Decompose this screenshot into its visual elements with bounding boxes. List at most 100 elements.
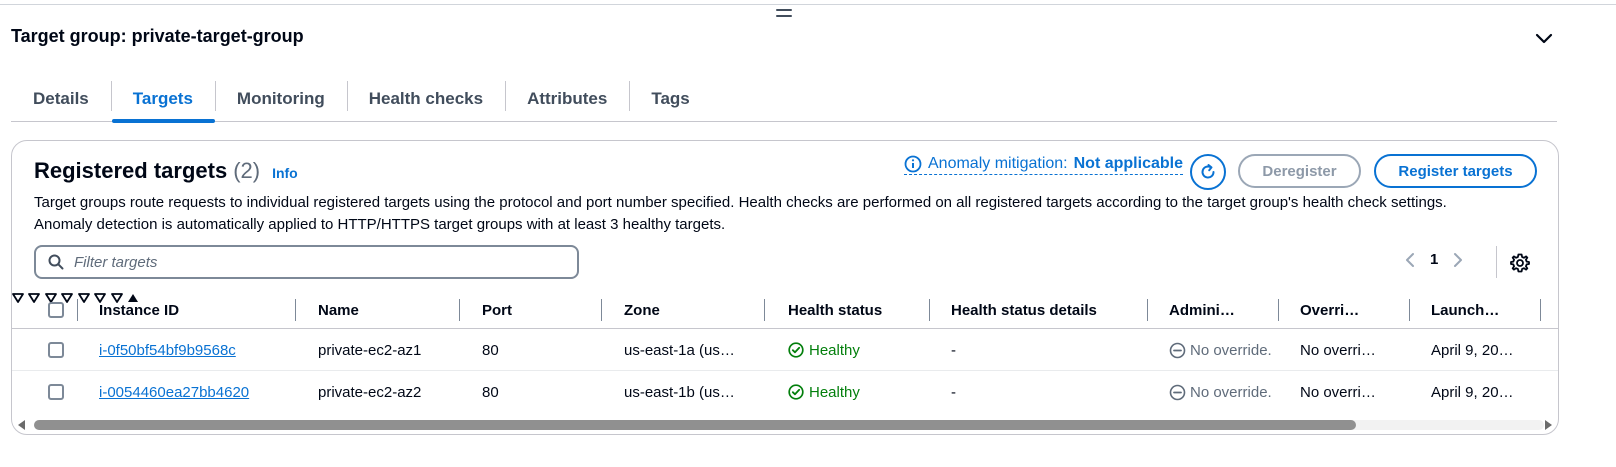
gear-icon[interactable] xyxy=(1509,252,1531,274)
sort-descending-icon[interactable] xyxy=(77,292,90,304)
panel-title-text: Registered targets xyxy=(34,158,228,183)
refresh-icon xyxy=(1201,164,1215,179)
page-title: Target group: private-target-group xyxy=(11,26,304,46)
refresh-button[interactable] xyxy=(1190,154,1226,190)
sort-descending-icon[interactable] xyxy=(12,292,24,304)
tab-monitoring[interactable]: Monitoring xyxy=(214,76,347,121)
column-instance-id[interactable]: Instance ID xyxy=(99,291,179,329)
column-divider xyxy=(929,299,930,321)
column-divider xyxy=(77,299,78,321)
launch-time: April 9, 20… xyxy=(1431,383,1514,401)
scroll-left-arrow-icon[interactable] xyxy=(18,420,25,430)
column-label: Health status details xyxy=(951,301,1097,319)
column-divider xyxy=(1540,299,1541,321)
health-status: Healthy xyxy=(788,329,860,371)
anomaly-value: Not applicable xyxy=(1073,155,1183,172)
anomaly-mitigation-link[interactable]: Anomaly mitigation: Not applicable xyxy=(904,155,1183,175)
anomaly-label: Anomaly mitigation: xyxy=(928,155,1068,172)
instance-id-link[interactable]: i-0054460ea27bb4620 xyxy=(99,371,249,413)
administrative-override: No override. xyxy=(1169,371,1272,413)
minus-circle-icon xyxy=(1169,342,1186,358)
column-label: Name xyxy=(318,301,359,319)
deregister-button[interactable]: Deregister xyxy=(1238,154,1361,188)
panel-title: Registered targets (2) Info xyxy=(34,158,298,184)
chevron-right-icon[interactable] xyxy=(1452,252,1464,268)
zone-value: us-east-1b (us… xyxy=(624,383,735,401)
tab-details[interactable]: Details xyxy=(11,76,111,121)
column-label: Port xyxy=(482,301,512,319)
override-details: No overri… xyxy=(1300,383,1376,401)
check-circle-icon xyxy=(788,342,804,358)
register-targets-button[interactable]: Register targets xyxy=(1374,154,1537,188)
table-row: i-0054460ea27bb4620 private-ec2-az2 80 u… xyxy=(12,371,1558,413)
column-zone[interactable]: Zone xyxy=(624,291,660,329)
column-divider xyxy=(1409,299,1410,321)
column-divider xyxy=(764,299,765,321)
port-value: 80 xyxy=(482,383,499,401)
administrative-override-text: No override. xyxy=(1190,341,1272,359)
column-divider xyxy=(1147,299,1148,321)
tab-attributes[interactable]: Attributes xyxy=(505,76,629,121)
column-launch-time[interactable]: Launch… xyxy=(1431,291,1499,329)
column-divider xyxy=(295,299,296,321)
health-status-details: - xyxy=(951,341,956,359)
column-name[interactable]: Name xyxy=(318,291,359,329)
health-status-text: Healthy xyxy=(809,341,860,359)
top-divider xyxy=(0,4,1616,5)
column-label: Launch… xyxy=(1431,301,1500,319)
info-link[interactable]: Info xyxy=(272,165,298,181)
filter-placeholder: Filter targets xyxy=(74,253,158,271)
minus-circle-icon xyxy=(1169,384,1186,400)
pagination: 1 xyxy=(1404,251,1464,268)
column-label: Admini… xyxy=(1169,301,1235,319)
health-status-text: Healthy xyxy=(809,383,860,401)
column-override-details[interactable]: Overri… xyxy=(1300,291,1359,329)
instance-name: private-ec2-az2 xyxy=(318,383,422,401)
tab-bar: Details Targets Monitoring Health checks… xyxy=(11,76,1557,123)
horizontal-scrollbar[interactable] xyxy=(12,418,1558,432)
sort-descending-icon[interactable] xyxy=(28,292,41,304)
column-port[interactable]: Port xyxy=(482,291,512,329)
check-circle-icon xyxy=(788,384,804,400)
tab-targets[interactable]: Targets xyxy=(110,76,216,123)
filter-targets-input[interactable]: Filter targets xyxy=(34,245,579,279)
health-status: Healthy xyxy=(788,371,860,413)
description-line-1: Target groups route requests to individu… xyxy=(34,194,1447,211)
target-count: (2) xyxy=(233,158,261,183)
registered-targets-panel: Registered targets (2) Info Anomaly miti… xyxy=(11,140,1559,435)
panel-description: Target groups route requests to individu… xyxy=(34,192,1534,236)
search-icon xyxy=(48,254,64,270)
tab-health-checks[interactable]: Health checks xyxy=(346,76,505,121)
select-all-checkbox[interactable] xyxy=(48,302,64,318)
table-row: i-0f50bf54bf9b9568c private-ec2-az1 80 u… xyxy=(12,329,1558,371)
chevron-down-icon[interactable] xyxy=(1534,30,1554,46)
column-label: Health status xyxy=(788,301,883,319)
column-divider xyxy=(459,299,460,321)
port-value: 80 xyxy=(482,341,499,359)
row-checkbox[interactable] xyxy=(48,384,64,400)
column-divider xyxy=(601,299,602,321)
description-line-2: Anomaly detection is automatically appli… xyxy=(34,216,726,233)
scroll-right-arrow-icon[interactable] xyxy=(1545,420,1552,430)
column-label: Instance ID xyxy=(99,301,180,319)
page-number[interactable]: 1 xyxy=(1430,251,1438,268)
column-administrative-override[interactable]: Admini… xyxy=(1169,291,1235,329)
administrative-override-text: No override. xyxy=(1190,383,1272,401)
column-health-status-details[interactable]: Health status details xyxy=(951,291,1097,329)
zone-value: us-east-1a (us… xyxy=(624,341,735,359)
administrative-override: No override. xyxy=(1169,329,1272,371)
pager-divider xyxy=(1496,246,1497,278)
table-header: Instance ID Name Port Zone Health status… xyxy=(12,291,1558,329)
column-label: Overri… xyxy=(1300,301,1360,319)
chevron-left-icon[interactable] xyxy=(1404,252,1416,268)
scrollbar-thumb[interactable] xyxy=(34,420,1356,430)
drag-handle-icon[interactable] xyxy=(776,9,792,19)
column-label: Zone xyxy=(624,301,660,319)
tab-tags[interactable]: Tags xyxy=(629,76,711,121)
row-checkbox[interactable] xyxy=(48,342,64,358)
override-details: No overri… xyxy=(1300,341,1376,359)
launch-time: April 9, 20… xyxy=(1431,341,1514,359)
column-health-status[interactable]: Health status xyxy=(788,291,882,329)
column-divider xyxy=(1278,299,1279,321)
instance-id-link[interactable]: i-0f50bf54bf9b9568c xyxy=(99,329,236,371)
